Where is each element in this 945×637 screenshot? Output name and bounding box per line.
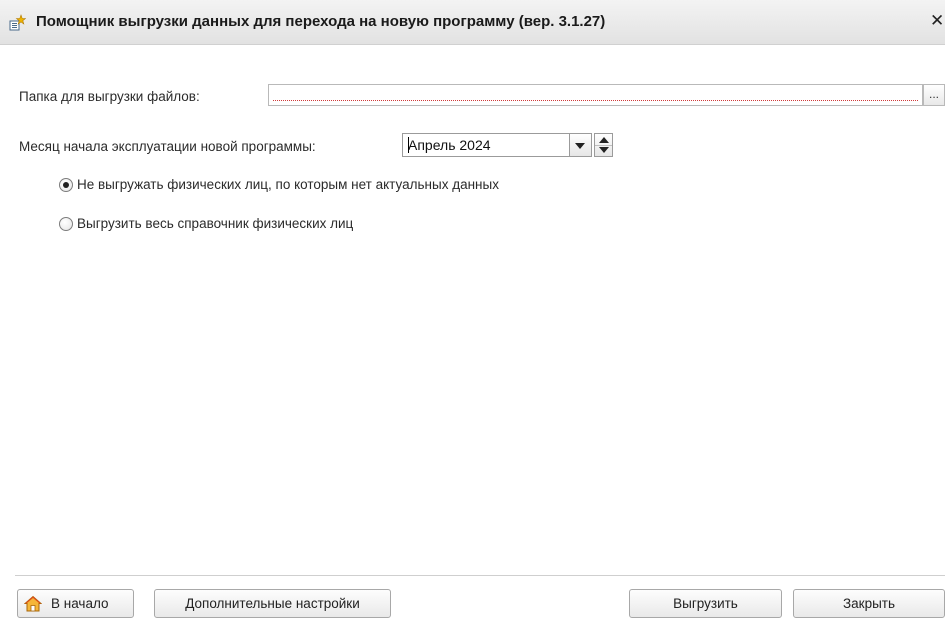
- home-icon: [23, 595, 43, 613]
- folder-label: Папка для выгрузки файлов:: [19, 89, 200, 104]
- home-button[interactable]: В начало: [17, 589, 134, 618]
- spin-down-button[interactable]: [595, 145, 612, 156]
- month-spin-control[interactable]: [594, 133, 613, 157]
- close-icon[interactable]: ✕: [930, 11, 945, 31]
- footer-separator: [15, 575, 945, 577]
- month-label: Месяц начала эксплуатации новой программ…: [19, 139, 316, 154]
- additional-settings-button[interactable]: Дополнительные настройки: [154, 589, 391, 618]
- spin-up-icon: [599, 137, 609, 143]
- folder-path-field[interactable]: [268, 84, 923, 106]
- radio-button[interactable]: [59, 217, 73, 231]
- radio-label[interactable]: Выгрузить весь справочник физических лиц: [77, 216, 353, 231]
- month-value: Апрель 2024: [408, 137, 491, 153]
- export-wizard-window: Помощник выгрузки данных для перехода на…: [0, 0, 945, 637]
- chevron-down-icon: [575, 143, 585, 149]
- radio-button[interactable]: [59, 178, 73, 192]
- spin-down-icon: [599, 147, 609, 153]
- export-button[interactable]: Выгрузить: [629, 589, 782, 618]
- radio-label[interactable]: Не выгружать физических лиц, по которым …: [77, 177, 499, 192]
- radio-selected-dot: [63, 182, 69, 188]
- close-button[interactable]: Закрыть: [793, 589, 945, 618]
- home-button-label: В начало: [51, 596, 109, 611]
- title-bar: Помощник выгрузки данных для перехода на…: [0, 0, 945, 45]
- month-dropdown-button[interactable]: [570, 133, 592, 157]
- required-field-underline: [273, 100, 918, 101]
- export-wizard-icon: [8, 14, 27, 32]
- window-title: Помощник выгрузки данных для перехода на…: [36, 13, 606, 30]
- folder-path-input[interactable]: [272, 86, 916, 104]
- text-caret: [408, 137, 409, 153]
- month-input[interactable]: Апрель 2024: [402, 133, 570, 157]
- folder-browse-button[interactable]: ...: [923, 84, 945, 106]
